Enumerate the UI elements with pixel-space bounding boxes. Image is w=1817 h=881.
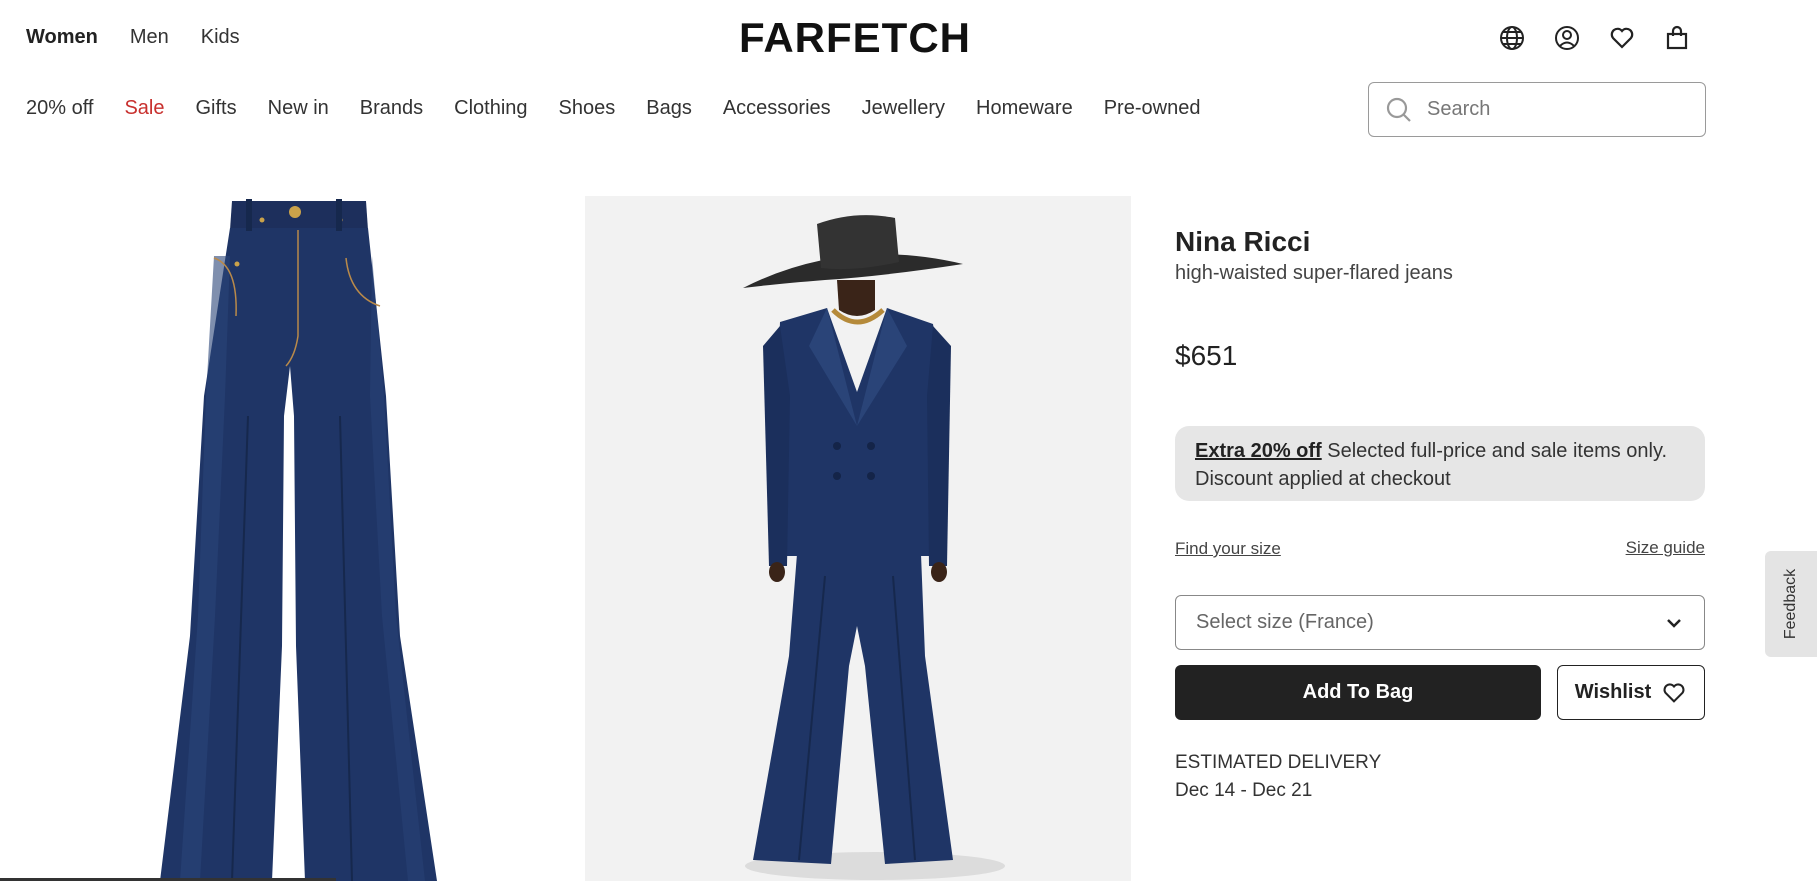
add-to-bag-button[interactable]: Add To Bag bbox=[1175, 665, 1541, 720]
header-icons bbox=[1498, 24, 1691, 52]
estimated-delivery-dates: Dec 14 - Dec 21 bbox=[1175, 780, 1313, 801]
nav-shoes[interactable]: Shoes bbox=[559, 97, 616, 120]
nav-men[interactable]: Men bbox=[130, 26, 169, 49]
size-guide-link[interactable]: Size guide bbox=[1626, 538, 1705, 558]
nav-gifts[interactable]: Gifts bbox=[196, 97, 237, 120]
shopping-bag-icon[interactable] bbox=[1663, 24, 1691, 52]
nav-homeware[interactable]: Homeware bbox=[976, 97, 1073, 120]
nav-bags[interactable]: Bags bbox=[646, 97, 692, 120]
nav-kids[interactable]: Kids bbox=[201, 26, 240, 49]
account-icon[interactable] bbox=[1553, 24, 1581, 52]
nav-brands[interactable]: Brands bbox=[360, 97, 423, 120]
farfetch-logo[interactable]: FARFETCH bbox=[739, 14, 971, 62]
heart-icon bbox=[1663, 682, 1685, 703]
nav-new-in[interactable]: New in bbox=[268, 97, 329, 120]
nav-pre-owned[interactable]: Pre-owned bbox=[1104, 97, 1201, 120]
gender-nav: Women Men Kids bbox=[26, 26, 240, 49]
find-your-size-link[interactable]: Find your size bbox=[1175, 539, 1281, 559]
nav-women[interactable]: Women bbox=[26, 26, 98, 49]
nav-sale[interactable]: Sale bbox=[124, 97, 164, 120]
nav-accessories[interactable]: Accessories bbox=[723, 97, 831, 120]
nav-jewellery[interactable]: Jewellery bbox=[862, 97, 945, 120]
product-image-jeans[interactable] bbox=[0, 196, 580, 881]
promo-banner: Extra 20% off Selected full-price and sa… bbox=[1175, 426, 1705, 501]
product-brand[interactable]: Nina Ricci bbox=[1175, 226, 1310, 258]
product-description: high-waisted super-flared jeans bbox=[1175, 262, 1453, 284]
estimated-delivery-label: ESTIMATED DELIVERY bbox=[1175, 752, 1382, 773]
wishlist-button[interactable]: Wishlist bbox=[1557, 665, 1705, 720]
nav-clothing[interactable]: Clothing bbox=[454, 97, 527, 120]
size-select[interactable]: Select size (France) bbox=[1175, 595, 1705, 650]
feedback-label: Feedback bbox=[1782, 568, 1800, 640]
feedback-tab[interactable]: Feedback bbox=[1765, 551, 1817, 657]
wishlist-heart-icon[interactable] bbox=[1608, 24, 1636, 52]
product-image-model[interactable] bbox=[585, 196, 1131, 881]
search-box[interactable] bbox=[1368, 82, 1706, 137]
wishlist-button-label: Wishlist bbox=[1574, 681, 1652, 703]
promo-link[interactable]: Extra 20% off bbox=[1195, 440, 1322, 462]
globe-icon[interactable] bbox=[1498, 24, 1526, 52]
search-input[interactable] bbox=[1427, 98, 1687, 121]
search-icon bbox=[1386, 97, 1411, 122]
category-nav: 20% off Sale Gifts New in Brands Clothin… bbox=[26, 97, 1200, 120]
nav-20-off[interactable]: 20% off bbox=[26, 97, 93, 120]
product-price: $651 bbox=[1175, 340, 1238, 371]
chevron-down-icon bbox=[1667, 618, 1681, 628]
size-select-label: Select size (France) bbox=[1196, 611, 1374, 633]
